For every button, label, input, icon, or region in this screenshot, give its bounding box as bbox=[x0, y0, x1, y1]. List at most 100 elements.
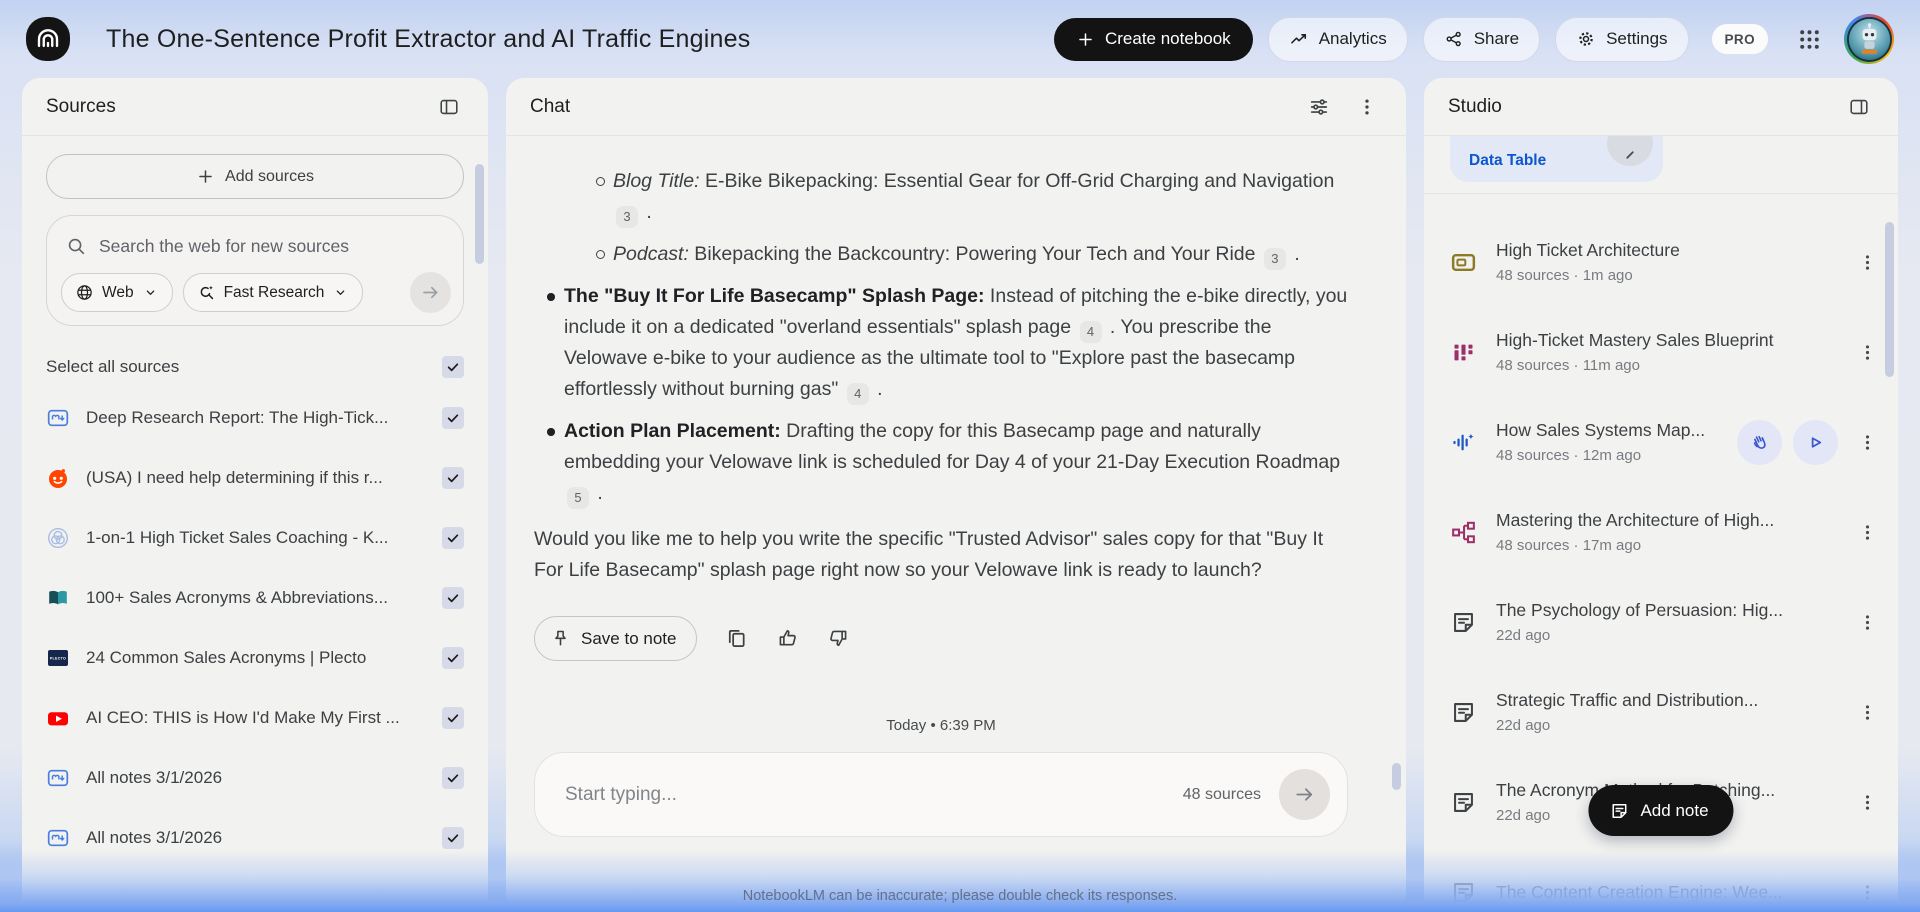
studio-create-strip: Data Table bbox=[1424, 136, 1898, 194]
studio-item-actions bbox=[1841, 612, 1878, 633]
source-list-item[interactable]: 100+ Sales Acronyms & Abbreviations... bbox=[46, 568, 464, 628]
more-vert-icon bbox=[1857, 432, 1878, 453]
add-note-button[interactable]: Add note bbox=[1588, 785, 1734, 836]
studio-item-menu-button[interactable] bbox=[1857, 342, 1878, 363]
source-list-item[interactable]: (USA) I need help determining if this r.… bbox=[46, 448, 464, 508]
arrow-right-icon bbox=[1293, 783, 1316, 806]
studio-item-title: High Ticket Architecture bbox=[1496, 240, 1680, 260]
google-apps-button[interactable] bbox=[1789, 19, 1829, 59]
studio-list-item[interactable]: Mastering the Architecture of High... 48… bbox=[1450, 500, 1878, 564]
plecto-icon bbox=[46, 646, 70, 670]
check-icon bbox=[445, 410, 461, 426]
thumbs-up-button[interactable] bbox=[776, 627, 799, 650]
more-vert-icon bbox=[1356, 96, 1378, 118]
studio-list-item[interactable]: The Psychology of Persuasion: Hig... 22d… bbox=[1450, 590, 1878, 654]
studio-scrollbar[interactable] bbox=[1885, 222, 1894, 377]
play-mode-button[interactable] bbox=[1793, 419, 1838, 465]
note-icon bbox=[1450, 789, 1480, 816]
select-all-checkbox[interactable] bbox=[442, 356, 464, 378]
send-message-button[interactable] bbox=[1279, 769, 1330, 820]
studio-list-item[interactable]: High Ticket Architecture 48 sources · 1m… bbox=[1450, 230, 1878, 294]
source-title: 24 Common Sales Acronyms | Plecto bbox=[86, 648, 367, 667]
create-notebook-button[interactable]: Create notebook bbox=[1053, 17, 1253, 61]
studio-panel-header: Studio bbox=[1424, 78, 1898, 136]
analytics-button[interactable]: Analytics bbox=[1267, 16, 1408, 62]
citation-chip[interactable]: 3 bbox=[616, 205, 638, 228]
studio-item-title: The Psychology of Persuasion: Hig... bbox=[1496, 600, 1783, 620]
add-sources-button[interactable]: Add sources bbox=[46, 154, 464, 199]
more-vert-icon bbox=[1857, 612, 1878, 633]
studio-item-menu-button[interactable] bbox=[1857, 702, 1878, 723]
mindmap-icon bbox=[1450, 519, 1480, 546]
account-avatar[interactable] bbox=[1844, 14, 1894, 64]
check-icon bbox=[445, 770, 461, 786]
source-checkbox[interactable] bbox=[442, 527, 464, 549]
studio-item-menu-button[interactable] bbox=[1857, 792, 1878, 813]
studio-list-item[interactable]: The Content Creation Engine: Wee... bbox=[1450, 860, 1878, 912]
studio-list-item[interactable]: High-Ticket Mastery Sales Blueprint 48 s… bbox=[1450, 320, 1878, 384]
studio-item-menu-button[interactable] bbox=[1857, 432, 1878, 453]
citation-chip[interactable]: 4 bbox=[846, 382, 869, 405]
source-list-item[interactable]: All notes 3/1/2026 bbox=[46, 808, 464, 868]
studio-list-item[interactable]: How Sales Systems Map... 48 sources · 12… bbox=[1450, 410, 1878, 474]
sources-scrollbar[interactable] bbox=[475, 164, 484, 264]
studio-item-menu-button[interactable] bbox=[1857, 522, 1878, 543]
plus-icon bbox=[196, 167, 215, 186]
thumbs-down-button[interactable] bbox=[827, 627, 850, 650]
collapse-sources-button[interactable] bbox=[434, 92, 464, 122]
web-filter-chip[interactable]: Web bbox=[61, 273, 173, 312]
create-notebook-label: Create notebook bbox=[1104, 29, 1231, 48]
studio-panel: Studio Data Table High Ticket Architectu… bbox=[1424, 78, 1898, 912]
interactive-mode-button[interactable] bbox=[1737, 419, 1782, 465]
studio-item-menu-button[interactable] bbox=[1857, 612, 1878, 633]
settings-button[interactable]: Settings bbox=[1555, 16, 1689, 62]
studio-item-title: How Sales Systems Map... bbox=[1496, 420, 1706, 440]
research-mode-chip[interactable]: Fast Research bbox=[182, 273, 364, 312]
source-list-item[interactable]: 24 Common Sales Acronyms | Plecto bbox=[46, 628, 464, 688]
trending-up-icon bbox=[1289, 29, 1309, 49]
app-header: The One-Sentence Profit Extractor and AI… bbox=[0, 0, 1920, 78]
share-button[interactable]: Share bbox=[1422, 16, 1541, 62]
search-input[interactable] bbox=[97, 234, 451, 258]
studio-item-menu-button[interactable] bbox=[1857, 252, 1878, 273]
sources-panel: Sources Add sources Web bbox=[22, 78, 488, 912]
source-checkbox[interactable] bbox=[442, 587, 464, 609]
citation-chip[interactable]: 3 bbox=[1263, 247, 1286, 270]
search-submit-button[interactable] bbox=[410, 272, 451, 313]
source-list-item[interactable]: AI CEO: THIS is How I'd Make My First ..… bbox=[46, 688, 464, 748]
source-checkbox[interactable] bbox=[442, 407, 464, 429]
save-to-note-button[interactable]: Save to note bbox=[534, 616, 698, 661]
collapse-studio-button[interactable] bbox=[1844, 92, 1874, 122]
copy-response-button[interactable] bbox=[725, 627, 748, 650]
chat-scrollbar[interactable] bbox=[1392, 763, 1401, 790]
source-checkbox[interactable] bbox=[442, 767, 464, 789]
source-checkbox[interactable] bbox=[442, 827, 464, 849]
studio-item-actions bbox=[1841, 792, 1878, 813]
source-checkbox[interactable] bbox=[442, 467, 464, 489]
source-list-item[interactable]: 1-on-1 High Ticket Sales Coaching - K... bbox=[46, 508, 464, 568]
notebook-title[interactable]: The One-Sentence Profit Extractor and AI… bbox=[106, 25, 750, 54]
citation-chip[interactable]: 4 bbox=[1079, 320, 1102, 343]
barchart-icon bbox=[1450, 339, 1480, 366]
source-checkbox[interactable] bbox=[442, 647, 464, 669]
chat-menu-button[interactable] bbox=[1352, 92, 1382, 122]
chat-text: Would you like me to help you write the … bbox=[534, 528, 1324, 581]
citation-chip[interactable]: 5 bbox=[567, 486, 589, 509]
more-vert-icon bbox=[1857, 522, 1878, 543]
pencil-icon bbox=[1619, 144, 1641, 166]
studio-item-menu-button[interactable] bbox=[1857, 882, 1878, 903]
source-title: All notes 3/1/2026 bbox=[86, 828, 223, 847]
chat-settings-button[interactable] bbox=[1304, 92, 1334, 122]
source-list-item[interactable]: Deep Research Report: The High-Tick... bbox=[46, 388, 464, 448]
chat-input[interactable] bbox=[563, 782, 1183, 807]
studio-item-text: Strategic Traffic and Distribution... 22… bbox=[1496, 690, 1758, 734]
studio-item-title: Strategic Traffic and Distribution... bbox=[1496, 690, 1759, 710]
studio-item-text: High Ticket Architecture 48 sources · 1m… bbox=[1496, 240, 1680, 284]
studio-list-item[interactable]: Strategic Traffic and Distribution... 22… bbox=[1450, 680, 1878, 744]
studio-item-title: Mastering the Architecture of High... bbox=[1496, 510, 1775, 530]
notebooklm-logo-icon[interactable] bbox=[26, 17, 70, 61]
source-checkbox[interactable] bbox=[442, 707, 464, 729]
source-list-item[interactable]: All notes 3/1/2026 bbox=[46, 748, 464, 808]
chat-text: Blog Title: bbox=[613, 170, 700, 192]
chat-body: Blog Title: E-Bike Bikepacking: Essentia… bbox=[506, 136, 1406, 837]
